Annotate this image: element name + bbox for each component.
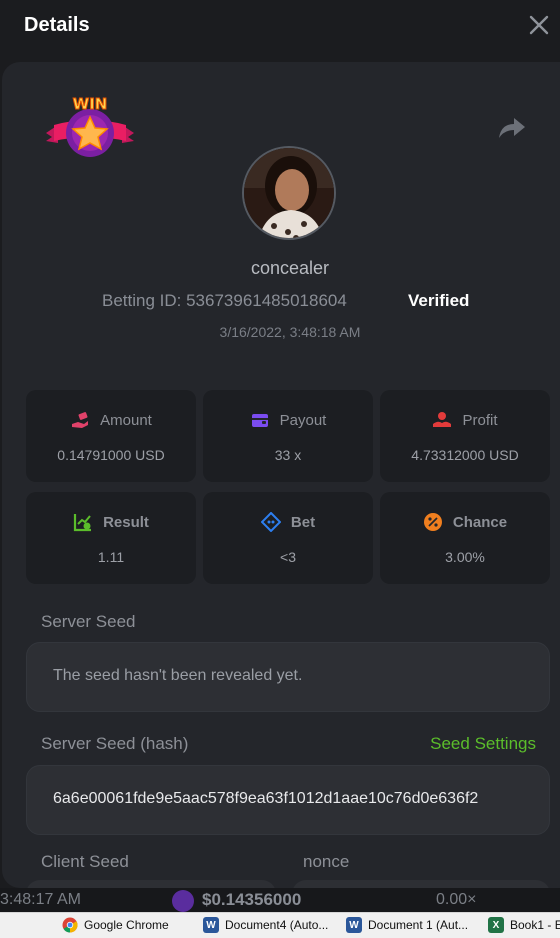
taskbar-item-document4[interactable]: W Document4 (Auto... [203, 917, 328, 933]
share-icon[interactable] [498, 116, 526, 140]
win-badge-text: WIN [73, 95, 108, 113]
client-seed-label: Client Seed [41, 852, 129, 871]
stat-amount-label: Amount [100, 411, 152, 429]
background-bet-time: 3:48:17 AM [0, 891, 81, 908]
taskbar-item-chrome[interactable]: Google Chrome [62, 917, 169, 933]
percent-icon [423, 513, 442, 531]
stat-bet-label: Bet [290, 513, 316, 531]
taskbar-item-label: Document 1 (Aut... [368, 918, 469, 932]
stat-amount: Amount 0.14791000 USD [26, 390, 196, 482]
nonce-label: nonce [303, 852, 350, 871]
close-icon[interactable] [528, 14, 550, 36]
excel-icon: X [488, 917, 504, 933]
chart-check-icon [73, 514, 92, 532]
betting-id: Betting ID: 53673961485018604 [102, 291, 347, 310]
money-hand-icon [72, 412, 89, 428]
stat-result-label: Result [103, 513, 149, 531]
user-avatar [242, 146, 336, 240]
coin-icon [172, 890, 194, 912]
stat-chance-label: Chance [452, 513, 508, 531]
stat-bet-value: <3 [280, 549, 296, 565]
stat-payout: Payout 33 x [203, 390, 373, 482]
dialog-header: Details [0, 0, 560, 54]
bet-timestamp: 3/16/2022, 3:48:18 AM [219, 324, 361, 340]
server-seed-box: The seed hasn't been revealed yet. [26, 642, 550, 712]
stat-payout-value: 33 x [274, 447, 302, 463]
word-icon: W [346, 917, 362, 933]
stat-profit-label: Profit [462, 411, 498, 429]
server-seed-hash-box[interactable]: 6a6e00061fde9e5aac578f9ea63f1012d1aae10c… [26, 765, 550, 835]
server-seed-value: The seed hasn't been revealed yet. [53, 667, 303, 684]
stat-result-value: 1.11 [97, 549, 125, 565]
background-bet-percent: 0.00× [436, 891, 477, 908]
dialog-title: Details [24, 14, 90, 36]
seed-settings-link[interactable]: Seed Settings [430, 734, 536, 754]
wallet-icon [251, 414, 268, 427]
windows-taskbar: Google Chrome W Document4 (Auto... W Doc… [0, 912, 560, 938]
stat-profit: Profit 4.73312000 USD [380, 390, 550, 482]
chrome-icon [62, 917, 78, 933]
stat-bet: Bet <3 [203, 492, 373, 584]
bet-details-panel: WIN concealer Betting ID: 53673961485018… [2, 62, 560, 888]
stat-result: Result 1.11 [26, 492, 196, 584]
server-seed-label: Server Seed [41, 612, 136, 631]
stat-chance-value: 3.00% [445, 549, 485, 565]
stat-amount-value: 0.14791000 USD [57, 447, 165, 463]
background-bet-row: 3:48:17 AM $0.14356000 0.00× [0, 888, 560, 912]
verified-badge: Verified [408, 291, 470, 310]
word-icon: W [203, 917, 219, 933]
taskbar-item-book1[interactable]: X Book1 - E [488, 917, 560, 933]
stat-profit-value: 4.73312000 USD [411, 447, 519, 463]
stat-chance: Chance 3.00% [380, 492, 550, 584]
server-seed-hash-label: Server Seed (hash) [41, 734, 189, 753]
stat-payout-label: Payout [279, 411, 327, 429]
username: concealer [250, 258, 330, 278]
client-seed-field[interactable] [26, 880, 276, 888]
taskbar-item-label: Google Chrome [84, 918, 169, 932]
ticket-icon [260, 512, 281, 532]
taskbar-item-label: Document4 (Auto... [225, 918, 329, 932]
taskbar-item-document1[interactable]: W Document 1 (Aut... [346, 917, 468, 933]
background-bet-amount: $0.14356000 [202, 890, 302, 909]
win-badge-icon: WIN [46, 95, 134, 157]
nonce-field[interactable] [292, 880, 550, 888]
profit-hand-icon [433, 412, 452, 427]
taskbar-item-label: Book1 - E [510, 918, 560, 932]
server-seed-hash-value[interactable]: 6a6e00061fde9e5aac578f9ea63f1012d1aae10c… [53, 790, 478, 808]
